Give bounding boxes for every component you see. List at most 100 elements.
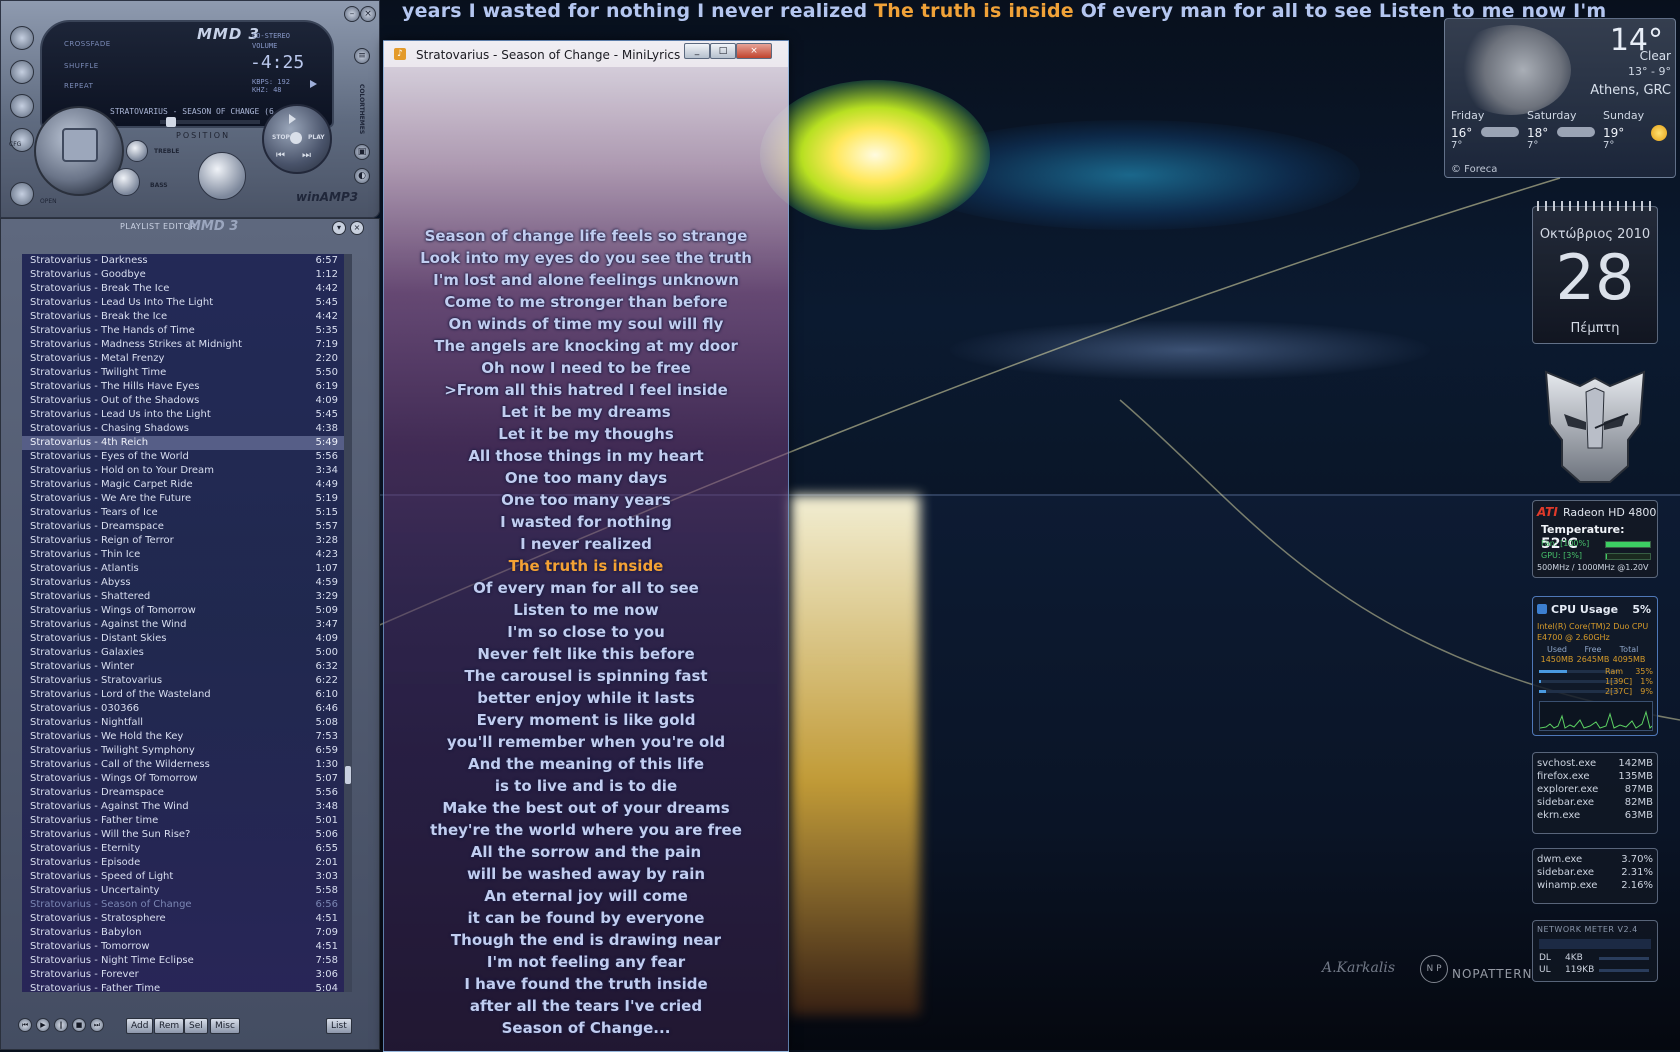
volume-knob[interactable]: [198, 152, 246, 200]
colorthemes-label[interactable]: COLORTHEMES: [358, 84, 365, 134]
playlist-shade-icon[interactable]: ▾: [332, 221, 346, 235]
playlist-row[interactable]: Stratovarius - Call of the Wilderness 1:3…: [22, 758, 344, 772]
weather-gadget[interactable]: 14° Clear 13° - 9° Athens, GRC Friday 16…: [1444, 18, 1676, 178]
cpu-usage-gadget[interactable]: CPU Usage 5% Intel(R) Core(TM)2 Duo CPU E…: [1532, 596, 1658, 736]
playlist-row[interactable]: Stratovarius - Out of the Shadows 4:09: [22, 394, 344, 408]
top-memory-processes[interactable]: svchost.exe 142MB firefox.exe 135MB explorer…: [1532, 752, 1658, 834]
playlist-row[interactable]: Stratovarius - Metal Frenzy 2:20: [22, 352, 344, 366]
maximize-button[interactable]: □: [710, 43, 736, 59]
equalizer-button[interactable]: ≡: [354, 48, 370, 64]
network-meter-gadget[interactable]: NETWORK METER V2.4 DL 4KB UL 119KB: [1532, 920, 1658, 982]
playlist-row[interactable]: Stratovarius - Twilight Symphony 6:59: [22, 744, 344, 758]
playlist-close-icon[interactable]: ×: [350, 221, 364, 235]
playlist-row[interactable]: Stratovarius - Tomorrow 4:51: [22, 940, 344, 954]
process-row[interactable]: dwm.exe 3.70%: [1533, 853, 1657, 866]
playlist-row[interactable]: Stratovarius - Uncertainty 5:58: [22, 884, 344, 898]
playlist-row[interactable]: Stratovarius - Stratovarius 6:22: [22, 674, 344, 688]
bass-knob[interactable]: [112, 168, 140, 196]
playlist-row[interactable]: Stratovarius - We Hold the Key 7:53: [22, 730, 344, 744]
playlist-row[interactable]: Stratovarius - Break The Ice 4:42: [22, 282, 344, 296]
play-icon[interactable]: ▶: [36, 1018, 50, 1032]
playlist-row[interactable]: Stratovarius - Chasing Shadows 4:38: [22, 422, 344, 436]
treble-knob[interactable]: [126, 140, 148, 162]
playlist-row[interactable]: Stratovarius - Shattered 3:29: [22, 590, 344, 604]
previous-icon[interactable]: ⏮: [276, 150, 285, 161]
playlist-row[interactable]: Stratovarius - Tears of Ice 5:15: [22, 506, 344, 520]
process-row[interactable]: sidebar.exe 82MB: [1533, 796, 1657, 809]
playlist-row[interactable]: Stratovarius - Reign of Terror 3:28: [22, 534, 344, 548]
add-button[interactable]: Add: [126, 1018, 154, 1034]
playlist-tracks[interactable]: Stratovarius - Darkness 6:57 Stratovarius …: [22, 254, 344, 992]
cfg-button[interactable]: [10, 128, 34, 152]
play-label[interactable]: PLAY: [308, 134, 325, 141]
playlist-row[interactable]: Stratovarius - The Hands of Time 5:35: [22, 324, 344, 338]
next-icon[interactable]: [289, 114, 296, 124]
playlist-row[interactable]: Stratovarius - Lead Us Into The Light 5:4…: [22, 296, 344, 310]
prev-track-icon[interactable]: ⏮: [18, 1018, 32, 1032]
lyrics-area[interactable]: Season of change life feels so strange Lo…: [384, 225, 788, 1039]
stop-label[interactable]: STOP: [272, 134, 290, 141]
playlist-row[interactable]: Stratovarius - Darkness 6:57: [22, 254, 344, 268]
next-track-icon[interactable]: ⏭: [90, 1018, 104, 1032]
playlist-row[interactable]: Stratovarius - Forever 3:06: [22, 968, 344, 982]
playlist-row[interactable]: Stratovarius - Break the Ice 4:42: [22, 310, 344, 324]
playlist-row[interactable]: Stratovarius - Madness Strikes at Midnig…: [22, 338, 344, 352]
playlist-row[interactable]: Stratovarius - Winter 6:32: [22, 660, 344, 674]
remove-button[interactable]: Rem: [154, 1018, 185, 1034]
playlist-row[interactable]: Stratovarius - Lord of the Wasteland 6:10: [22, 688, 344, 702]
autobot-clock-icon[interactable]: [1536, 364, 1654, 486]
playlist-scrollbar-thumb[interactable]: [345, 766, 351, 784]
playlist-row[interactable]: Stratovarius - Thin Ice 4:23: [22, 548, 344, 562]
playlist-toggle-icon[interactable]: [62, 128, 98, 162]
playlist-row[interactable]: Stratovarius - Galaxies 5:00: [22, 646, 344, 660]
playlist-row[interactable]: Stratovarius - Eyes of the World 5:56: [22, 450, 344, 464]
eject-button[interactable]: [10, 182, 34, 206]
playlist-row[interactable]: Stratovarius - Stratosphere 4:51: [22, 912, 344, 926]
playlist-row[interactable]: Stratovarius - Distant Skies 4:09: [22, 632, 344, 646]
misc-button[interactable]: Misc: [210, 1018, 240, 1034]
stop-icon[interactable]: ■: [72, 1018, 86, 1032]
playlist-row[interactable]: Stratovarius - Will the Sun Rise? 5:06: [22, 828, 344, 842]
playlist-scrollbar[interactable]: [344, 254, 352, 992]
position-slider[interactable]: [160, 117, 260, 127]
playlist-row[interactable]: Stratovarius - Season of Change 6:56: [22, 898, 344, 912]
playlist-row[interactable]: Stratovarius - We Are the Future 5:19: [22, 492, 344, 506]
playlist-row[interactable]: Stratovarius - Babylon 7:09: [22, 926, 344, 940]
process-row[interactable]: svchost.exe 142MB: [1533, 757, 1657, 770]
close-icon[interactable]: ×: [360, 6, 376, 22]
playlist-row[interactable]: Stratovarius - Nightfall 5:08: [22, 716, 344, 730]
playlist-row[interactable]: Stratovarius - Night Time Eclipse 7:58: [22, 954, 344, 968]
top-cpu-processes[interactable]: dwm.exe 3.70% sidebar.exe 2.31% winamp.exe 2.…: [1532, 848, 1658, 904]
playlist-row[interactable]: Stratovarius - Against the Wind 3:47: [22, 618, 344, 632]
playlist-row[interactable]: Stratovarius - Abyss 4:59: [22, 576, 344, 590]
playlist-row[interactable]: Stratovarius - Goodbye 1:12: [22, 268, 344, 282]
time-display[interactable]: -4:25: [250, 52, 304, 73]
process-row[interactable]: firefox.exe 135MB: [1533, 770, 1657, 783]
playlist-row[interactable]: Stratovarius - Twilight Time 5:50: [22, 366, 344, 380]
playlist-row[interactable]: Stratovarius - Dreamspace 5:57: [22, 520, 344, 534]
weather-credit[interactable]: © Foreca: [1451, 164, 1497, 175]
repeat-toggle[interactable]: [10, 94, 34, 118]
process-row[interactable]: explorer.exe 87MB: [1533, 783, 1657, 796]
playlist-row[interactable]: Stratovarius - Eternity 6:55: [22, 842, 344, 856]
playlist-row[interactable]: Stratovarius - Episode 2:01: [22, 856, 344, 870]
shuffle-toggle[interactable]: [10, 60, 34, 84]
playlist-row[interactable]: Stratovarius - Dreamspace 5:56: [22, 786, 344, 800]
playlist-row[interactable]: Stratovarius - 030366 6:46: [22, 702, 344, 716]
playlist-row[interactable]: Stratovarius - Atlantis 1:07: [22, 562, 344, 576]
playlist-row[interactable]: Stratovarius - Father time 5:01: [22, 814, 344, 828]
gpu-monitor-gadget[interactable]: ATI Radeon HD 4800 Temperature: 52°C Fan…: [1532, 500, 1658, 578]
minimize-icon[interactable]: –: [344, 6, 360, 22]
playlist-row[interactable]: Stratovarius - Lead Us into the Light 5:4…: [22, 408, 344, 422]
process-row[interactable]: ekrn.exe 63MB: [1533, 809, 1657, 822]
fast-forward-icon[interactable]: ⏭: [302, 150, 311, 161]
playlist-row[interactable]: Stratovarius - Hold on to Your Dream 3:34: [22, 464, 344, 478]
playlist-row[interactable]: Stratovarius - Father Time 5:04: [22, 982, 344, 992]
position-slider-thumb[interactable]: [166, 117, 176, 127]
close-button[interactable]: ×: [736, 43, 772, 59]
minilyrics-titlebar[interactable]: ♪ Stratovarius - Season of Change - Mini…: [384, 41, 788, 67]
playlist-row[interactable]: Stratovarius - Speed of Light 3:03: [22, 870, 344, 884]
pause-small-icon[interactable]: ‖: [54, 1018, 68, 1032]
crossfade-toggle[interactable]: [10, 26, 34, 50]
playlist-row[interactable]: Stratovarius - 4th Reich 5:49: [22, 436, 344, 450]
